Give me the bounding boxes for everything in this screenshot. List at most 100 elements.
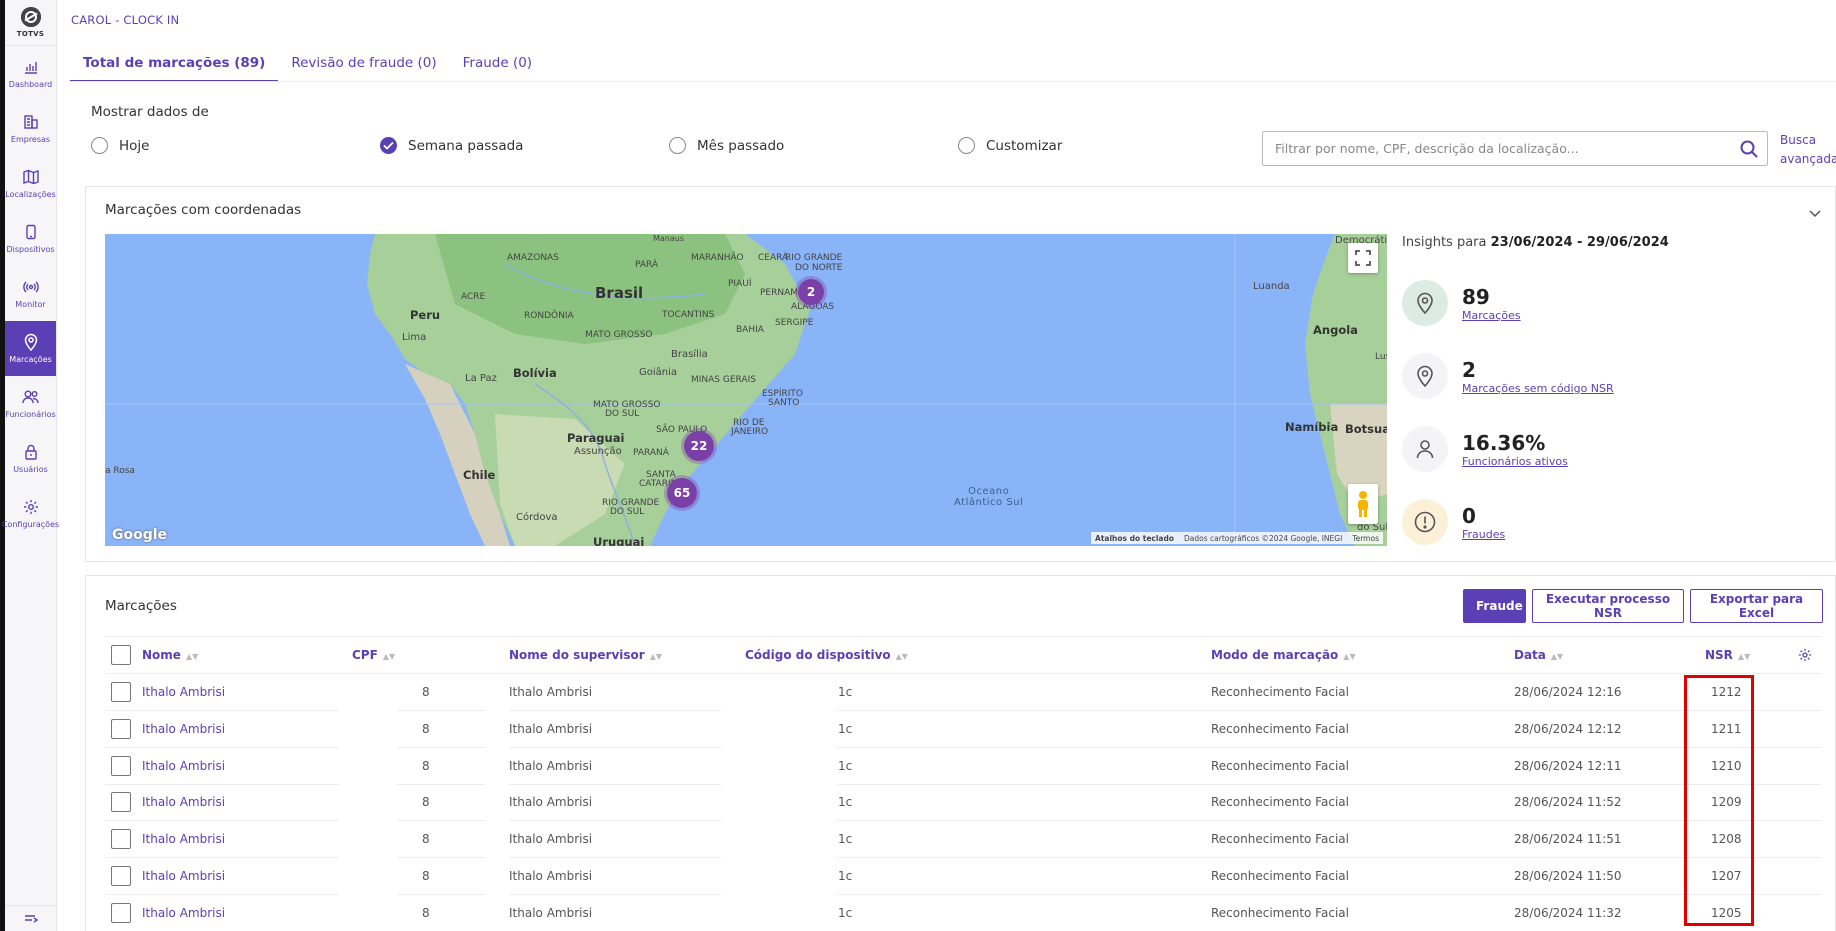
- tabs-divider: [70, 81, 1836, 82]
- brand[interactable]: TOTVS: [5, 0, 56, 46]
- table-header: Nome ▲▼ CPF ▲▼ Nome do supervisor ▲▼ Código…: [105, 636, 1821, 674]
- insight-link[interactable]: Fraudes: [1462, 528, 1505, 541]
- row-checkbox[interactable]: [111, 902, 131, 923]
- fullscreen-button[interactable]: [1348, 243, 1378, 273]
- street-view-button[interactable]: [1348, 484, 1378, 524]
- tab-revisao-fraude[interactable]: Revisão de fraude (0): [278, 48, 449, 82]
- fraud-button[interactable]: Fraude: [1463, 589, 1526, 623]
- map-cluster-marker[interactable]: 2: [795, 276, 827, 308]
- insight-funcionarios: 16.36% Funcionários ativos: [1402, 424, 1568, 474]
- execute-nsr-button[interactable]: Executar processo NSR: [1532, 589, 1684, 623]
- table-row[interactable]: Ithalo Ambrisi 8 Ithalo Ambrisi 1c Reconheci…: [105, 674, 1821, 711]
- insight-link[interactable]: Marcações: [1462, 309, 1521, 322]
- tab-total-marcacoes[interactable]: Total de marcações (89): [70, 48, 279, 82]
- phone-icon: [22, 223, 40, 241]
- radio-customizar[interactable]: Customizar: [958, 137, 1062, 154]
- pegman-icon: [1358, 491, 1368, 517]
- sidebar-item-dispositivos[interactable]: Dispositivos: [5, 211, 56, 266]
- cell-modo: Reconhecimento Facial: [1211, 795, 1349, 810]
- radio-mes-passado[interactable]: Mês passado: [669, 137, 784, 154]
- map-label-ocean-line1: Oceano: [968, 486, 1010, 497]
- map-label-matogrosso: MATO GROSSO: [585, 330, 653, 340]
- sidebar-item-localizacoes[interactable]: Localizações: [5, 156, 56, 211]
- map-cluster-marker[interactable]: 22: [681, 428, 717, 464]
- table-settings-gear-icon[interactable]: [1798, 647, 1812, 666]
- cell-modo: Reconhecimento Facial: [1211, 869, 1349, 883]
- column-label: NSR: [1705, 648, 1733, 662]
- radio-label: Semana passada: [408, 137, 524, 154]
- sort-icon: ▲▼: [185, 652, 199, 661]
- insight-link[interactable]: Funcionários ativos: [1462, 455, 1568, 468]
- radio-semana-passada[interactable]: Semana passada: [380, 137, 523, 154]
- cell-data: 28/06/2024 11:50: [1514, 869, 1622, 883]
- table-row[interactable]: Ithalo Ambrisi 8 Ithalo Ambrisi 1c Reconheci…: [105, 748, 1821, 785]
- map-label-bahia: BAHIA: [736, 325, 764, 335]
- map-label-brasil: Brasil: [595, 284, 644, 302]
- insights-title-prefix: Insights para: [1402, 235, 1487, 250]
- table-row[interactable]: Ithalo Ambrisi 8 Ithalo Ambrisi 1c Reconheci…: [105, 858, 1821, 895]
- table-row[interactable]: Ithalo Ambrisi 8 Ithalo Ambrisi 1c Reconheci…: [105, 821, 1821, 859]
- row-checkbox[interactable]: [111, 718, 131, 739]
- row-checkbox[interactable]: [111, 866, 131, 886]
- keyboard-shortcuts-link[interactable]: Atalhos do teclado: [1095, 534, 1174, 543]
- insights-title: Insights para 23/06/2024 - 29/06/2024: [1402, 235, 1669, 250]
- sidebar-item-label: Dashboard: [8, 80, 53, 89]
- collapse-sidebar-button[interactable]: [5, 905, 57, 931]
- column-header-nsr[interactable]: NSR ▲▼: [1705, 648, 1750, 662]
- cell-nome[interactable]: Ithalo Ambrisi: [142, 759, 225, 773]
- location-pin-icon: [1402, 280, 1448, 326]
- table-row[interactable]: Ithalo Ambrisi 8 Ithalo Ambrisi 1c Reconheci…: [105, 895, 1821, 931]
- sidebar-item-dashboard[interactable]: Dashboard: [5, 46, 56, 101]
- broadcast-icon: [22, 278, 40, 296]
- column-header-nome[interactable]: Nome ▲▼: [142, 648, 198, 662]
- sidebar-item-monitor[interactable]: Monitor: [5, 266, 56, 321]
- row-checkbox[interactable]: [111, 792, 131, 813]
- sort-icon: ▲▼: [649, 652, 663, 661]
- radio-hoje[interactable]: Hoje: [91, 137, 149, 154]
- row-checkbox[interactable]: [111, 682, 131, 702]
- cell-nome[interactable]: Ithalo Ambrisi: [142, 685, 225, 699]
- select-all-checkbox[interactable]: [111, 645, 131, 665]
- column-header-cpf[interactable]: CPF ▲▼: [352, 648, 395, 662]
- tab-fraude[interactable]: Fraude (0): [450, 48, 545, 82]
- sidebar-item-marcacoes[interactable]: Marcações: [5, 321, 56, 376]
- cell-cpf: 8: [422, 758, 430, 773]
- cell-nome[interactable]: Ithalo Ambrisi: [142, 722, 225, 736]
- location-pin-icon: [1402, 353, 1448, 399]
- cell-dispositivo: 1c: [838, 905, 853, 920]
- radio-circle: [669, 137, 686, 154]
- sidebar-item-configuracoes[interactable]: Configurações: [2, 486, 59, 541]
- table-row[interactable]: Ithalo Ambrisi 8 Ithalo Ambrisi 1c Reconheci…: [105, 784, 1821, 822]
- tabs: Total de marcações (89) Revisão de fraud…: [70, 48, 545, 82]
- cell-supervisor: Ithalo Ambrisi: [509, 869, 593, 883]
- cell-nome[interactable]: Ithalo Ambrisi: [142, 795, 225, 809]
- column-header-data[interactable]: Data ▲▼: [1514, 648, 1563, 662]
- cell-nome[interactable]: Ithalo Ambrisi: [142, 869, 225, 883]
- map-label-lus: Lus: [1375, 352, 1387, 362]
- advanced-search-link[interactable]: Busca avançada: [1780, 131, 1836, 169]
- map-icon: [22, 168, 40, 186]
- search-box: [1262, 131, 1768, 166]
- sidebar-item-usuarios[interactable]: Usuários: [5, 431, 56, 486]
- map-cluster-marker[interactable]: 65: [664, 475, 700, 511]
- column-header-supervisor[interactable]: Nome do supervisor ▲▼: [509, 648, 662, 662]
- table-row[interactable]: Ithalo Ambrisi 8 Ithalo Ambrisi 1c Reconheci…: [105, 711, 1821, 748]
- export-excel-button[interactable]: Exportar para Excel: [1690, 589, 1823, 623]
- map-attribution: Atalhos do teclado Dados cartográficos ©…: [1091, 532, 1383, 544]
- insight-link[interactable]: Marcações sem código NSR: [1462, 382, 1614, 395]
- chevron-down-icon[interactable]: [1809, 203, 1821, 222]
- row-checkbox[interactable]: [111, 755, 131, 776]
- row-checkbox[interactable]: [111, 829, 131, 850]
- cell-nome[interactable]: Ithalo Ambrisi: [142, 906, 225, 920]
- search-icon[interactable]: [1739, 139, 1759, 163]
- terms-link[interactable]: Termos: [1352, 534, 1379, 543]
- column-header-modo[interactable]: Modo de marcação ▲▼: [1211, 648, 1356, 662]
- sidebar-item-empresas[interactable]: Empresas: [5, 101, 56, 156]
- column-header-dispositivo[interactable]: Código do dispositivo ▲▼: [745, 648, 908, 662]
- map[interactable]: Brasil Peru Lima Bolívia La Paz Paraguai…: [105, 234, 1387, 546]
- sidebar-item-funcionarios[interactable]: Funcionários: [5, 376, 56, 431]
- cell-dispositivo: 1c: [838, 832, 853, 847]
- search-input[interactable]: [1263, 132, 1723, 165]
- cell-nome[interactable]: Ithalo Ambrisi: [142, 832, 225, 846]
- cell-modo: Reconhecimento Facial: [1211, 758, 1349, 773]
